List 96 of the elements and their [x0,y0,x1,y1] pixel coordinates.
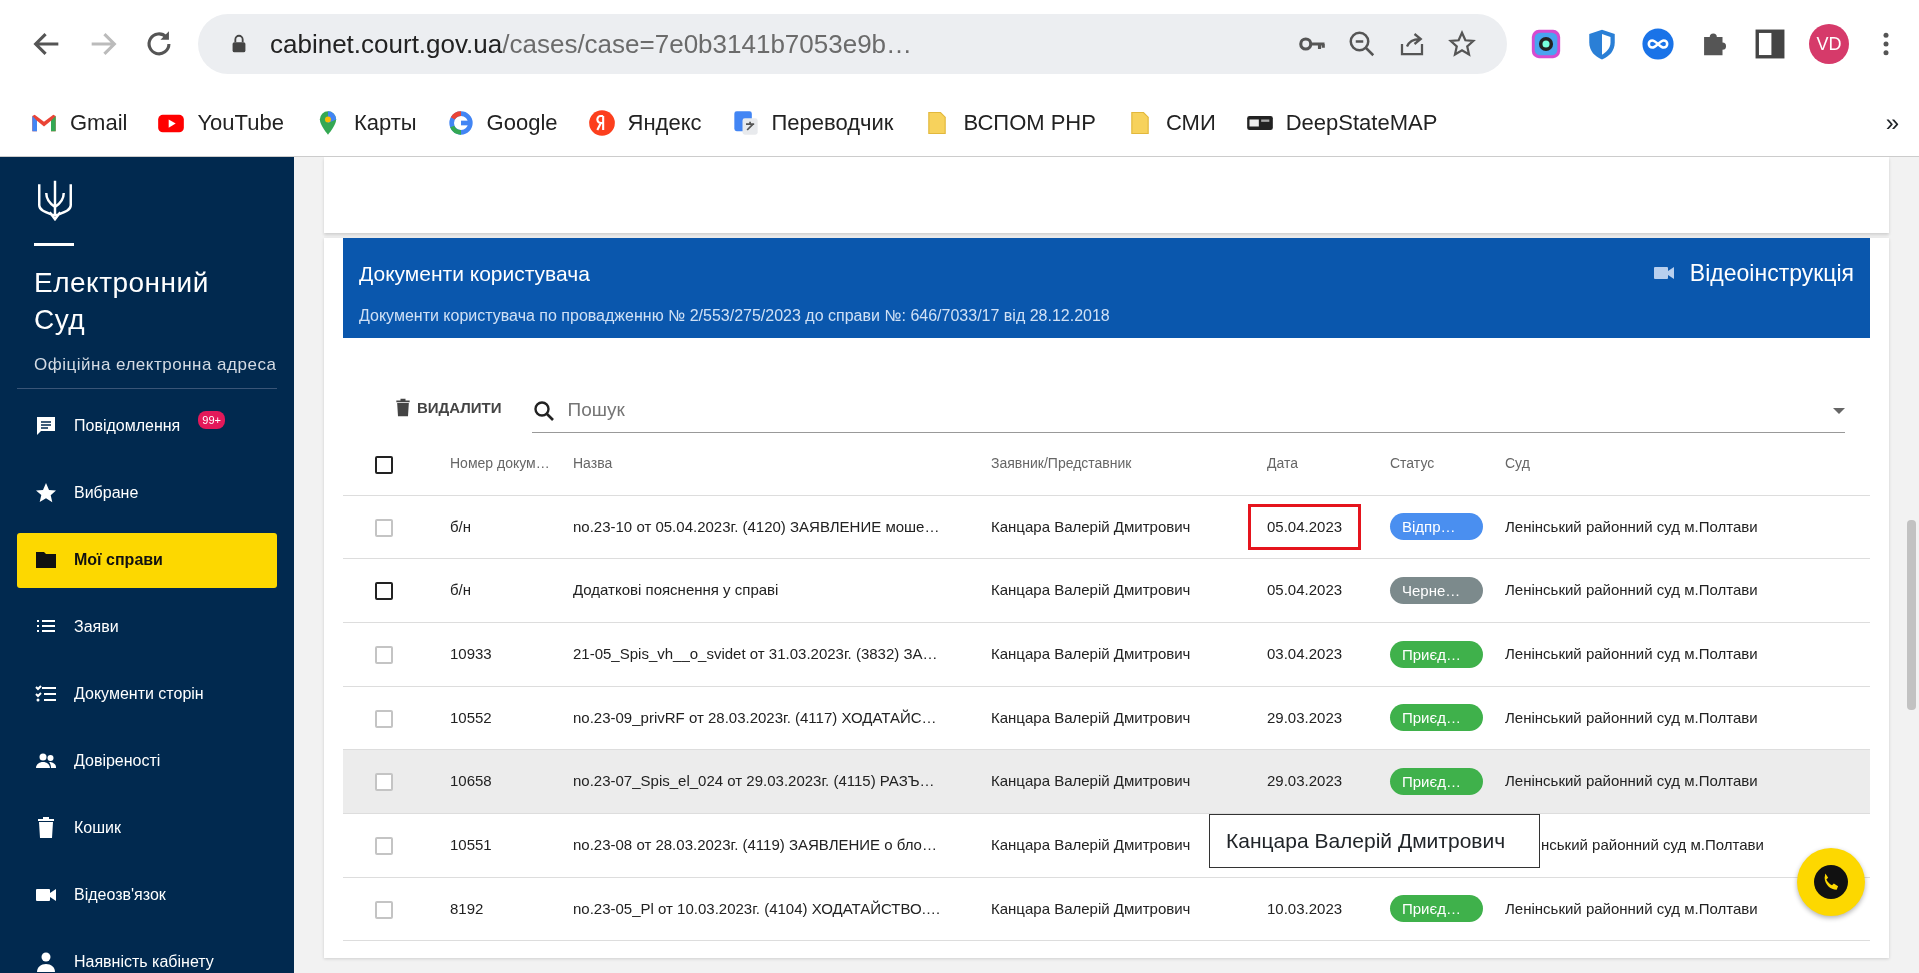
checkbox[interactable] [375,582,393,601]
applicant-name: Канцара Валерій Дмитрович [991,772,1191,790]
column-header[interactable]: Номер докум… [450,455,550,472]
court-name: Ленінський районний суд м.Полтави [1505,644,1758,662]
sidebar-item[interactable]: Вибране [17,465,277,521]
url-text: cabinet.court.gov.ua/cases/case=7e0b3141b7053e9b… [270,27,913,61]
document-number: б/н [450,517,472,535]
status-pill: Приєд… [1390,768,1483,796]
column-header[interactable]: Дата [1267,455,1298,472]
document-number: 10658 [450,772,492,790]
column-header[interactable]: Статус [1390,455,1435,472]
sidebar-item[interactable]: Відеозв'язок [17,867,277,923]
site-subtitle: Офіційна електронна адреса [34,354,277,376]
sidebar-item[interactable]: Мої справи [17,532,277,588]
document-title: no.23-08 от 28.03.2023г. (4119) ЗАЯВЛЕНИЕ о бло… [573,836,937,854]
profile-avatar[interactable]: VD [1809,24,1849,64]
bookmark-link[interactable]: DeepStateMAP [1245,106,1438,139]
bookmark-link[interactable]: СМИ [1125,106,1216,139]
phone-icon [1814,865,1848,899]
dropdown-caret-icon [1833,407,1845,414]
sidebar-item[interactable]: Заяви [17,599,277,655]
delete-button[interactable]: ВИДАЛИТИ [393,390,502,425]
camera-extension-icon[interactable] [1529,27,1563,61]
bookmark-link[interactable]: Яндекс [587,106,702,139]
message-icon [34,414,58,438]
bookmark-link[interactable]: Google [446,106,558,139]
court-name: нський районний суд м.Полтави [1541,836,1764,854]
document-number: 10551 [450,836,492,854]
document-number: 10552 [450,708,492,726]
status-pill: Черне… [1390,577,1483,605]
trash-icon [393,397,413,418]
logo-underline [34,243,74,246]
applicant-name: Канцара Валерій Дмитрович [991,836,1191,854]
bookmark-link[interactable]: Переводчик [731,106,894,139]
star-icon[interactable] [1447,29,1477,59]
date-text: 10.03.2023 [1266,898,1344,919]
tooltip: Канцара Валерій Дмитрович [1209,814,1540,868]
search-icon [531,398,556,423]
document-number: 8192 [450,899,484,917]
court-name: Ленінський районний суд м.Полтави [1505,772,1758,790]
sidebar-item[interactable]: Документи сторін [17,666,277,722]
status-pill: Відпр… [1390,513,1483,541]
date-text: 29.03.2023 [1266,771,1344,792]
document-title: Додаткові пояснення у справі [573,581,779,599]
sidebar-item[interactable]: Довіреності [17,733,277,789]
status-pill: Приєд… [1390,640,1483,668]
applicant-name: Канцара Валерій Дмитрович [991,644,1191,662]
column-header[interactable]: Заявник/Представник [991,455,1132,472]
sidebar-item[interactable]: Кошик [17,800,277,856]
sidebar-item[interactable]: Наявність кабінету [17,934,277,973]
applicant-name: Канцара Валерій Дмитрович [991,708,1191,726]
site-title: Електронний Суд [34,266,210,337]
date-text: 03.04.2023 [1266,643,1344,664]
document-number: 10933 [450,644,492,662]
more-bookmarks-chevron[interactable]: » [1885,104,1899,141]
document-title: no.23-09_privRF от 28.03.2023г. (4117) ХОДАТАЙС… [573,708,937,726]
status-pill: Приєд… [1390,704,1483,732]
bookmark-icon [446,108,475,137]
panel-title: Документи користувача [359,261,591,287]
court-name: Ленінський районний суд м.Полтави [1505,581,1758,599]
column-header[interactable]: Суд [1505,455,1530,472]
applicant-name: Канцара Валерій Дмитрович [991,899,1191,917]
date-text: 05.04.2023 [1248,503,1362,551]
address-bar[interactable]: cabinet.court.gov.ua/cases/case=7e0b3141b7053e9b… [198,14,1507,74]
document-title: no.23-10 от 05.04.2023г. (4120) ЗАЯВЛЕНИЕ моше… [573,517,940,535]
scrollbar-thumb[interactable] [1907,520,1916,710]
video-instruction-link[interactable]: Відеоінструкція [1651,258,1854,288]
sidebar-item[interactable]: Повідомлення 99+ [17,398,277,454]
applicant-name: Канцара Валерій Дмитрович [991,517,1191,535]
search-field[interactable]: Пошук [565,395,1823,426]
bookmark-icon [587,108,616,137]
bookmark-link[interactable]: Gmail [30,106,128,139]
court-name: Ленінський районний суд м.Полтави [1505,517,1758,535]
court-name: Ленінський районний суд м.Полтави [1505,708,1758,726]
notification-badge: 99+ [198,410,225,429]
document-title: no.23-05_Pl от 10.03.2023г. (4104) ХОДАТАЙСТВО.… [573,899,941,917]
document-number: б/н [450,581,472,599]
zoom-out-icon[interactable] [1347,29,1377,59]
court-name: Ленінський районний суд м.Полтави [1505,899,1758,917]
document-title: 21-05_Spis_vh__o_svidet от 31.03.2023г. (3832) ЗА… [573,644,938,662]
document-title: no.23-07_Spis_el_024 от 29.03.2023г. (4115) РАЗЪ… [573,772,935,790]
applicant-name: Канцара Валерій Дмитрович [991,581,1191,599]
panel-subtitle: Документи користувача по провадженню № 2/553/275/2023 до справи №: 646/7033/17 від 28.12.2018 [359,305,1110,326]
star-icon [34,481,58,505]
status-pill: Приєд… [1390,895,1483,923]
date-text: 05.04.2023 [1266,580,1344,601]
checkbox[interactable] [375,455,393,474]
bookmark-icon [731,108,760,137]
bookmark-link[interactable]: ВСПОМ PHP [923,106,1096,139]
date-text: 29.03.2023 [1266,707,1344,728]
bookmark-link[interactable]: Карты [313,106,417,139]
side-panel-icon[interactable] [1753,27,1787,61]
infinity-icon[interactable] [1641,27,1675,61]
person-icon [34,950,58,973]
bookmark-link[interactable]: YouTube [157,106,284,139]
column-header[interactable]: Назва [573,455,613,472]
